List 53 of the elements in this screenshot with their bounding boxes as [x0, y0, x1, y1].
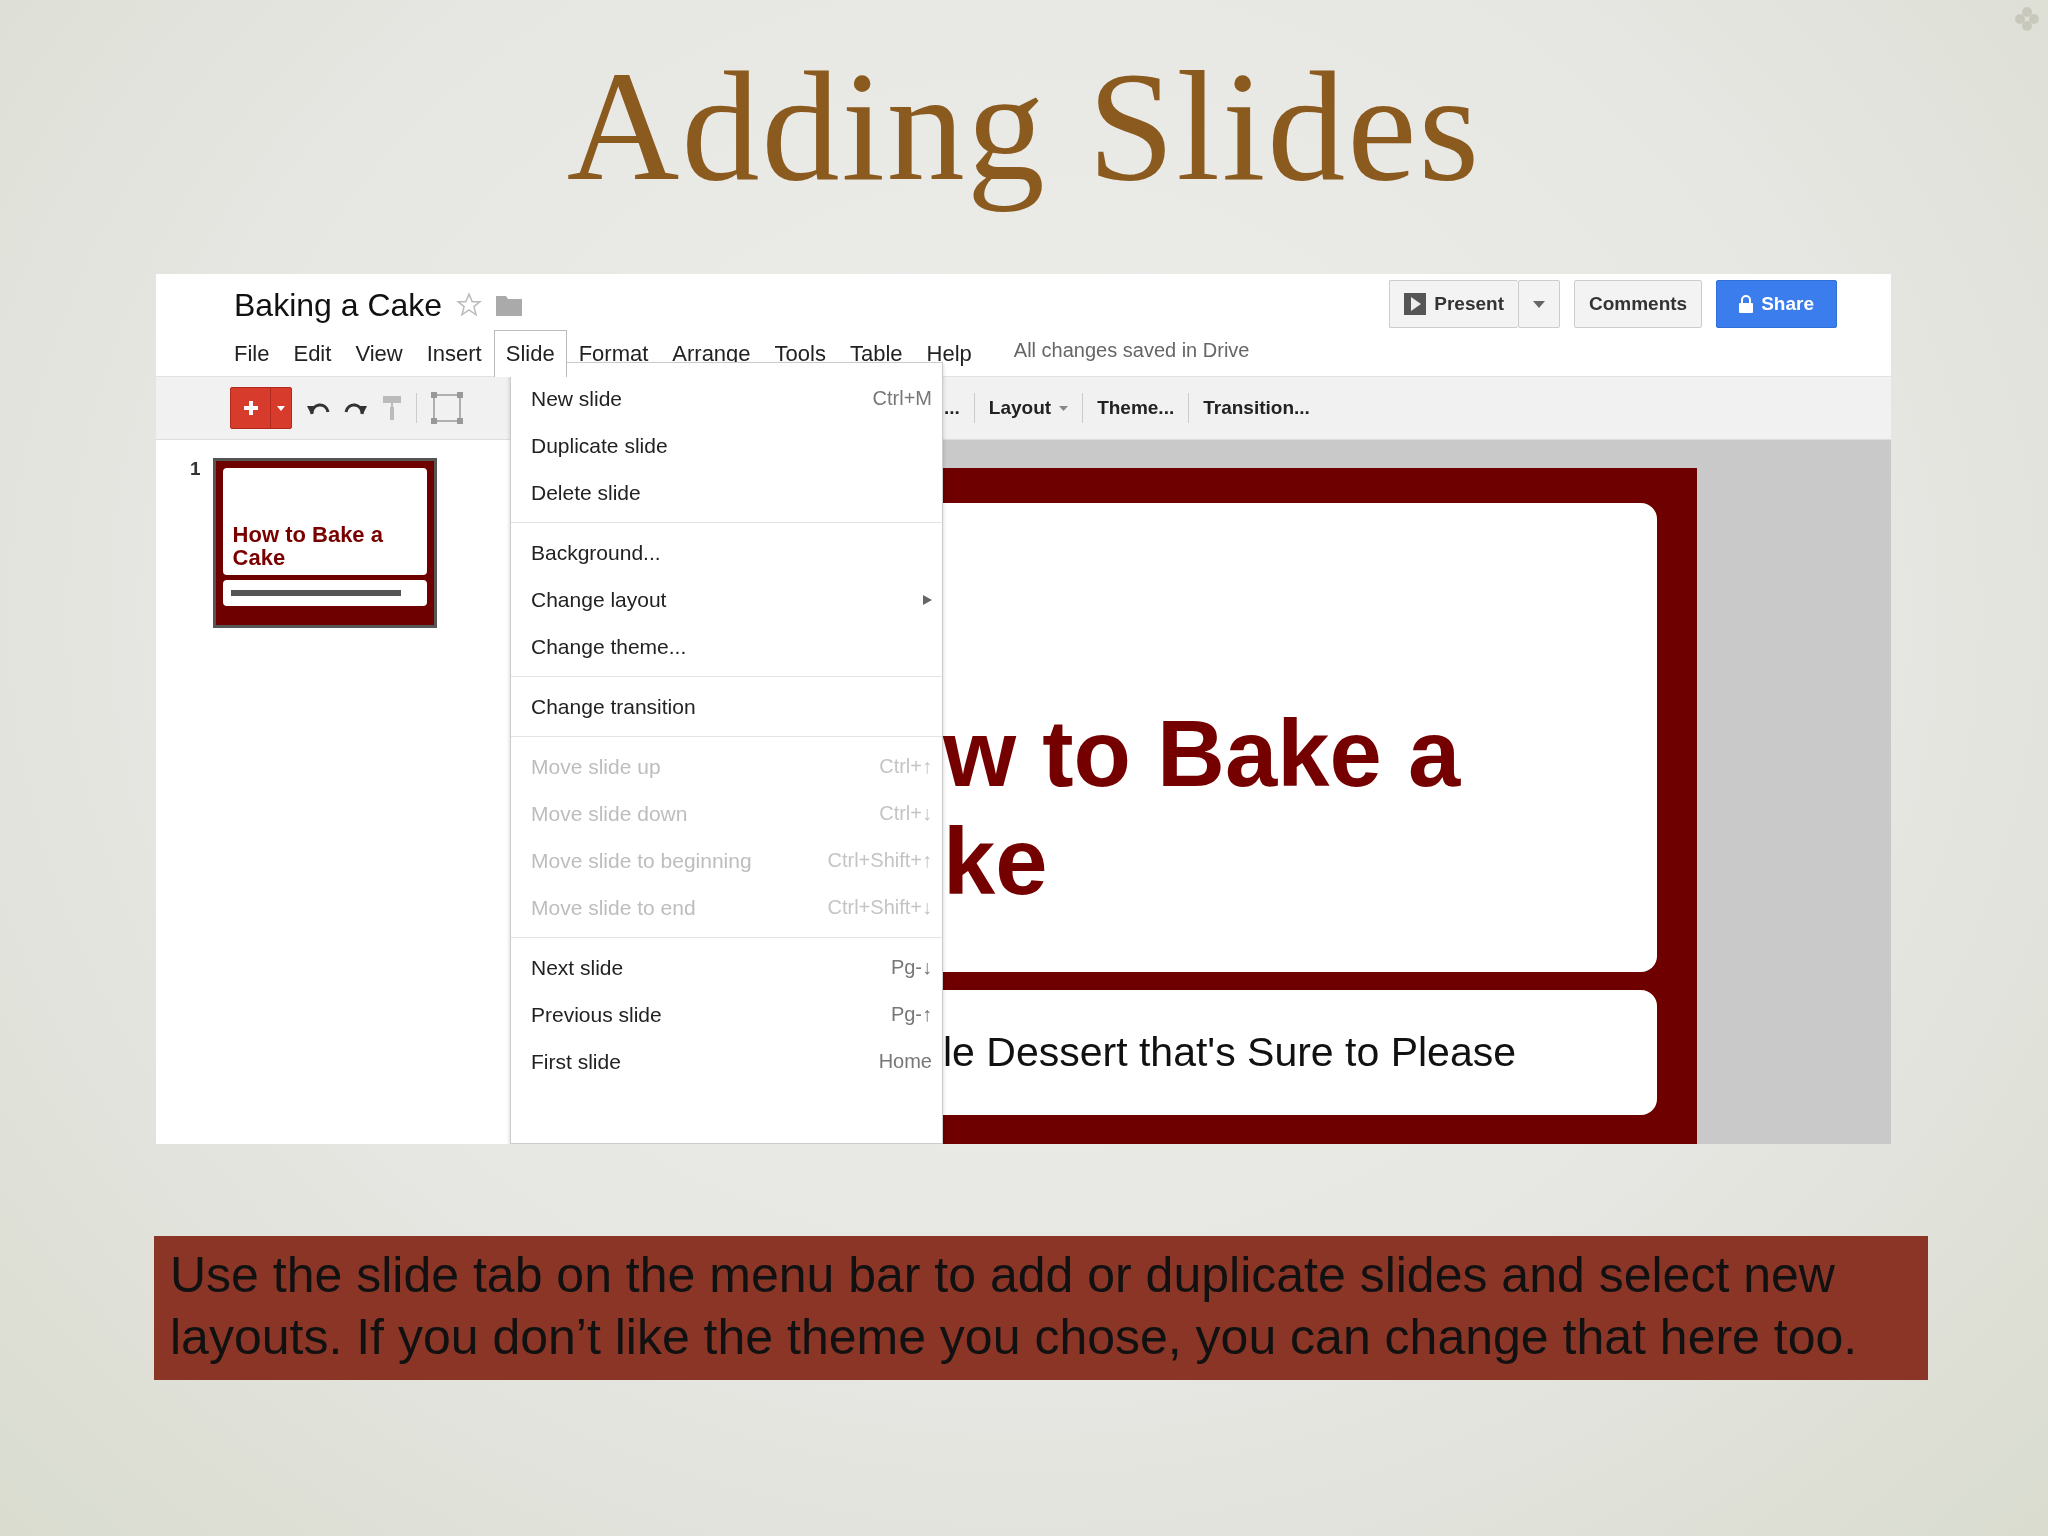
- present-dropdown-button[interactable]: [1518, 280, 1560, 328]
- submenu-arrow-icon: [923, 594, 932, 605]
- paint-roller-icon[interactable]: [382, 395, 402, 421]
- star-icon[interactable]: [456, 292, 483, 318]
- redo-icon[interactable]: [344, 400, 368, 416]
- caret-icon: [277, 405, 286, 411]
- present-button[interactable]: Present: [1389, 280, 1518, 328]
- dropdown-item[interactable]: Background...: [511, 529, 942, 576]
- folder-icon[interactable]: [496, 294, 523, 316]
- menu-item[interactable]: Help: [914, 330, 984, 376]
- toolbar-button[interactable]: Layout: [988, 397, 1069, 419]
- dropdown-item[interactable]: First slide Home: [511, 1038, 942, 1085]
- menu-item[interactable]: Arrange: [660, 330, 763, 376]
- dropdown-item[interactable]: Change theme...: [511, 623, 942, 670]
- slide-thumbnail[interactable]: How to Bake a Cake: [212, 458, 437, 628]
- dropdown-item[interactable]: New slide Ctrl+M: [511, 375, 942, 422]
- dropdown-item[interactable]: Next slide Pg-↓: [511, 944, 942, 991]
- menu-item[interactable]: Edit: [281, 330, 344, 376]
- slide-subtitle: le Dessert that's Sure to Please: [943, 1029, 1516, 1076]
- menu-item[interactable]: Insert: [414, 330, 494, 376]
- select-box-icon[interactable]: [431, 392, 463, 424]
- dropdown-item[interactable]: Change layout: [511, 576, 942, 623]
- toolbar-button[interactable]: Transition...: [1203, 397, 1310, 419]
- undo-icon[interactable]: [306, 400, 330, 416]
- dropdown-item[interactable]: Duplicate slide: [511, 422, 942, 469]
- share-button[interactable]: Share: [1716, 280, 1837, 328]
- slide-title: Adding Slides: [566, 39, 1482, 215]
- comments-button[interactable]: Comments: [1574, 280, 1703, 328]
- menu-item[interactable]: Slide: [493, 330, 567, 377]
- plus-icon: [243, 401, 258, 415]
- toolbar-overflow[interactable]: ...: [944, 397, 960, 419]
- caption-text: Use the slide tab on the menu bar to add or duplicate slides and select new layouts. If you don’t like the theme you chose, you can change that here too.: [154, 1236, 1928, 1380]
- caret-icon: [1533, 300, 1545, 308]
- save-status: All changes saved in Drive: [1013, 339, 1250, 362]
- menu-item[interactable]: View: [343, 330, 415, 376]
- toolbar-button[interactable]: Theme...: [1097, 397, 1175, 419]
- document-title[interactable]: Baking a Cake: [234, 286, 443, 324]
- lock-icon: [1739, 295, 1754, 313]
- slide-heading: w to Bake a: [943, 700, 1462, 808]
- dropdown-item[interactable]: Delete slide: [511, 469, 942, 516]
- menu-item[interactable]: Format: [566, 330, 661, 376]
- flower-icon: [2014, 6, 2040, 32]
- new-slide-button[interactable]: [230, 387, 292, 429]
- menu-item[interactable]: Table: [837, 330, 915, 376]
- play-icon: [1404, 293, 1427, 315]
- slide-number: 1: [190, 458, 201, 480]
- thumbnail-title: How to Bake a Cake: [232, 522, 384, 569]
- menu-item[interactable]: File: [222, 330, 282, 376]
- dropdown-item[interactable]: Change transition: [511, 683, 942, 730]
- slide-heading: ke: [943, 808, 1049, 916]
- caret-icon: [1059, 405, 1069, 411]
- dropdown-item[interactable]: Previous slide Pg-↑: [511, 991, 942, 1038]
- menu-item[interactable]: Tools: [762, 330, 838, 376]
